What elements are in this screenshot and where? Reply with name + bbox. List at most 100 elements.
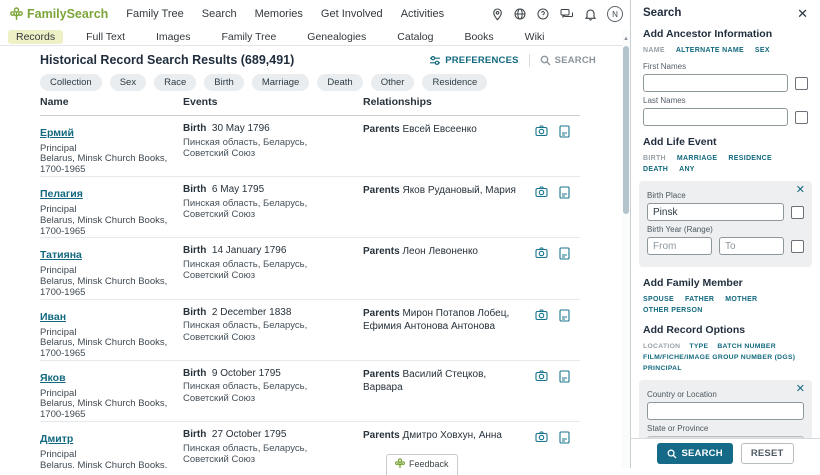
scrollbar-thumb[interactable] <box>623 46 629 214</box>
primary-nav-item[interactable]: Get Involved <box>321 8 383 20</box>
ancestor-tab[interactable]: SEX <box>755 47 770 54</box>
top-header: FamilySearch Family Tree Search Memories… <box>0 0 630 29</box>
filter-chip[interactable]: Death <box>317 74 362 91</box>
filter-chip[interactable]: Marriage <box>252 74 310 91</box>
record-options-tab[interactable]: PRINCIPAL <box>643 365 682 372</box>
record-name-link[interactable]: Иван <box>40 311 66 323</box>
globe-language-icon[interactable] <box>514 8 526 20</box>
main-scrollbar[interactable]: ▲ <box>622 30 630 468</box>
subnav-tab[interactable]: Records <box>8 30 63 44</box>
subnav-tab[interactable]: Full Text <box>78 30 133 44</box>
familysearch-logo[interactable]: FamilySearch <box>10 7 108 21</box>
ancestor-tab[interactable]: NAME <box>643 47 665 54</box>
feedback-button[interactable]: Feedback <box>386 454 458 475</box>
subnav-tab[interactable]: Family Tree <box>213 30 284 44</box>
document-icon[interactable] <box>559 247 570 260</box>
location-pin-icon[interactable] <box>492 8 503 21</box>
filter-chip[interactable]: Other <box>371 74 415 91</box>
event-place: Пинская область, Беларусь, Советский Сою… <box>183 443 353 466</box>
filter-chip[interactable]: Residence <box>422 74 487 91</box>
help-icon[interactable] <box>537 8 549 20</box>
primary-nav-item[interactable]: Family Tree <box>126 8 183 20</box>
record-options-tab[interactable]: TYPE <box>689 343 708 350</box>
document-icon[interactable] <box>559 309 570 322</box>
record-options-tab[interactable]: LOCATION <box>643 343 680 350</box>
relationship-label: Parents <box>363 124 400 135</box>
event-place: Пинская область, Беларусь, Советский Сою… <box>183 381 353 404</box>
record-name-link[interactable]: Татияна <box>40 249 82 261</box>
ancestor-tab[interactable]: ALTERNATE NAME <box>676 47 744 54</box>
filter-chip[interactable]: Collection <box>40 74 102 91</box>
remove-birth-filter-icon[interactable]: ✕ <box>796 185 805 195</box>
family-member-tab[interactable]: OTHER PERSON <box>643 307 703 314</box>
record-name-link[interactable]: Дмитр <box>40 433 73 445</box>
last-names-input[interactable] <box>643 108 788 126</box>
subnav-tab[interactable]: Books <box>456 30 501 44</box>
primary-nav-item[interactable]: Activities <box>401 8 444 20</box>
last-names-exact-checkbox[interactable] <box>795 111 808 124</box>
record-collection: Belarus, Minsk Church Books, 1700-1965 <box>40 399 173 421</box>
life-event-tab[interactable]: RESIDENCE <box>728 155 772 162</box>
life-event-tab[interactable]: ANY <box>679 166 695 173</box>
event-place: Пинская область, Беларусь, Советский Сою… <box>183 137 353 160</box>
record-collection: Belarus, Minsk Church Books, 1700-1965 <box>40 154 173 176</box>
family-member-tab[interactable]: FATHER <box>685 296 714 303</box>
record-name-link[interactable]: Яков <box>40 372 66 384</box>
document-icon[interactable] <box>559 370 570 383</box>
family-member-tab[interactable]: SPOUSE <box>643 296 674 303</box>
life-event-tab[interactable]: BIRTH <box>643 155 666 162</box>
birth-year-from-input[interactable] <box>647 237 712 255</box>
country-label: Country or Location <box>647 390 804 399</box>
record-name-link[interactable]: Ермий <box>40 127 74 139</box>
subnav-tab[interactable]: Catalog <box>389 30 441 44</box>
preferences-button[interactable]: PREFERENCES <box>429 55 518 66</box>
messages-icon[interactable] <box>560 8 574 20</box>
table-row: Пелагия Principal Belarus, Minsk Church … <box>40 177 580 238</box>
life-event-tab[interactable]: MARRIAGE <box>677 155 718 162</box>
record-options-tab[interactable]: BATCH NUMBER <box>717 343 776 350</box>
close-icon[interactable]: ✕ <box>797 8 808 19</box>
image-camera-icon[interactable] <box>535 370 548 382</box>
record-collection: Belarus, Minsk Church Books, 1700-1965 <box>40 338 173 360</box>
subnav-tab[interactable]: Genealogies <box>299 30 374 44</box>
reset-button[interactable]: RESET <box>741 443 794 464</box>
image-camera-icon[interactable] <box>535 247 548 259</box>
event-date: 2 December 1838 <box>212 307 292 318</box>
subnav-tab[interactable]: Images <box>148 30 198 44</box>
family-member-tab[interactable]: MOTHER <box>725 296 757 303</box>
scrollbar-up-arrow[interactable]: ▲ <box>622 36 630 42</box>
life-event-tab[interactable]: DEATH <box>643 166 668 173</box>
remove-location-filter-icon[interactable]: ✕ <box>796 384 805 394</box>
birth-place-input[interactable] <box>647 203 784 221</box>
image-camera-icon[interactable] <box>535 125 548 137</box>
notifications-bell-icon[interactable] <box>585 8 596 21</box>
image-camera-icon[interactable] <box>535 431 548 443</box>
event-place: Пинская область, Беларусь, Советский Сою… <box>183 259 353 282</box>
filter-chip[interactable]: Sex <box>110 74 146 91</box>
country-input[interactable] <box>647 402 804 420</box>
image-camera-icon[interactable] <box>535 309 548 321</box>
birth-year-to-input[interactable] <box>719 237 784 255</box>
record-collection: Belarus, Minsk Church Books, 1700-1965 <box>40 277 173 299</box>
user-avatar[interactable]: N <box>607 6 623 22</box>
record-options-tab[interactable]: FILM/FICHE/IMAGE GROUP NUMBER (DGS) <box>643 354 795 361</box>
primary-nav-item[interactable]: Memories <box>255 8 303 20</box>
search-panel-toggle-button[interactable]: SEARCH <box>540 55 596 66</box>
document-icon[interactable] <box>559 186 570 199</box>
family-member-tabs: SPOUSE FATHER MOTHER OTHER PERSON <box>643 296 808 314</box>
first-names-input[interactable] <box>643 74 788 92</box>
search-submit-button[interactable]: SEARCH <box>657 443 732 464</box>
birth-year-exact-checkbox[interactable] <box>791 240 804 253</box>
record-name-link[interactable]: Пелагия <box>40 188 83 200</box>
image-camera-icon[interactable] <box>535 186 548 198</box>
document-icon[interactable] <box>559 431 570 444</box>
first-names-exact-checkbox[interactable] <box>795 77 808 90</box>
primary-nav: Family Tree Search Memories Get Involved… <box>126 8 444 20</box>
document-icon[interactable] <box>559 125 570 138</box>
filter-chip[interactable]: Race <box>154 74 196 91</box>
filter-chip[interactable]: Birth <box>204 74 244 91</box>
primary-nav-item[interactable]: Search <box>202 8 237 20</box>
birth-place-exact-checkbox[interactable] <box>791 206 804 219</box>
event-date: 27 October 1795 <box>212 429 287 440</box>
subnav-tab[interactable]: Wiki <box>517 30 553 44</box>
